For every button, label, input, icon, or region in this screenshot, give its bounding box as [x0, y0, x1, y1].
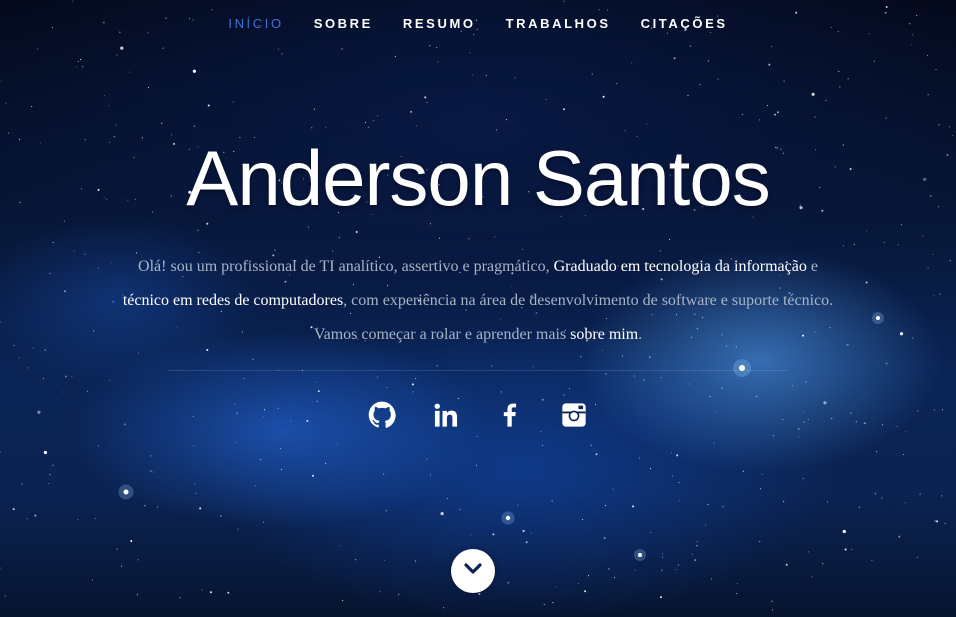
chevron-down-icon	[464, 562, 482, 580]
nav-item-citacoes[interactable]: Citações	[641, 16, 728, 31]
intro-part-4: .	[638, 326, 643, 343]
intro-highlight-degree: Graduado em tecnologia da informação	[553, 258, 807, 275]
intro-highlight-technician: técnico em redes de computadores	[122, 292, 344, 309]
nav-item-trabalhos[interactable]: Trabalhos	[506, 16, 611, 31]
hero-banner: Anderson Santos Olá! sou um profissional…	[0, 130, 956, 429]
github-icon[interactable]	[368, 401, 396, 429]
divider	[168, 370, 788, 371]
about-me-link[interactable]: sobre mim	[570, 326, 638, 343]
facebook-icon[interactable]	[496, 401, 524, 429]
intro-text: Olá! sou um profissional de TI analítico…	[118, 250, 838, 352]
scroll-down-button[interactable]	[451, 549, 495, 593]
page-title: Anderson Santos	[186, 134, 770, 222]
nav-item-resumo[interactable]: Resumo	[403, 16, 476, 31]
linkedin-icon[interactable]	[432, 401, 460, 429]
social-links	[0, 401, 956, 429]
nav-item-inicio[interactable]: Início	[228, 16, 283, 31]
main-nav: Início Sobre Resumo Trabalhos Citações	[0, 0, 956, 46]
instagram-icon[interactable]	[560, 401, 588, 429]
intro-part-1: Olá! sou um profissional de TI analítico…	[138, 258, 554, 275]
nav-item-sobre[interactable]: Sobre	[314, 16, 373, 31]
intro-part-2: e	[806, 258, 818, 275]
